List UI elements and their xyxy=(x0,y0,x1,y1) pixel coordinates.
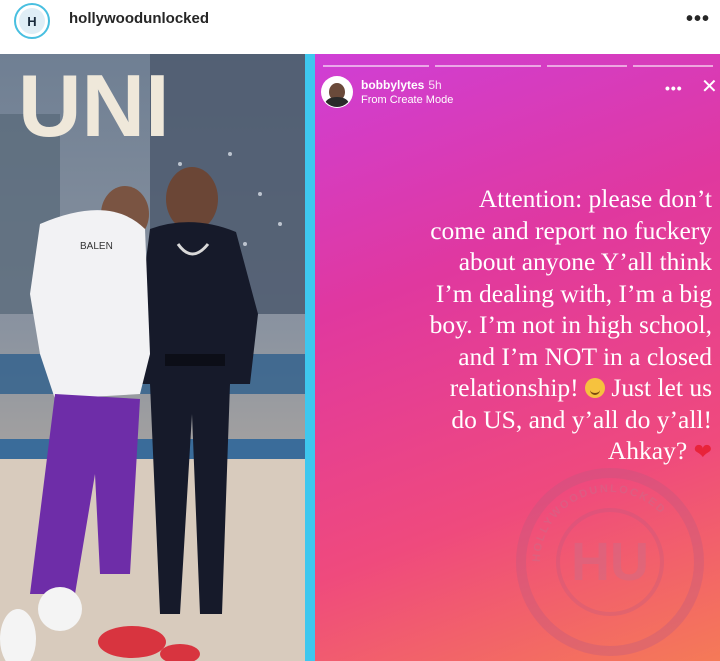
caption-line: Ahkay? xyxy=(607,436,688,465)
caption-line: Attention: please don’t xyxy=(478,184,712,213)
caption-line: relationship! xyxy=(449,373,579,402)
story-avatar[interactable] xyxy=(321,76,353,108)
story-progress-bar xyxy=(323,65,429,67)
caption-line: I’m dealing with, I’m a big xyxy=(435,278,712,308)
story-username[interactable]: bobbylytes 5h xyxy=(361,78,442,92)
caption-line: come and report no fuckery xyxy=(430,215,712,245)
sign-letters: UNI xyxy=(18,56,170,155)
story-progress-bar xyxy=(435,65,541,67)
heart-emoji-icon: ❤ xyxy=(693,439,712,464)
post-header: H hollywoodunlocked ••• xyxy=(0,0,720,50)
post-photo: UNI BALEN xyxy=(0,54,305,661)
story-timestamp: 5h xyxy=(428,78,442,92)
watermark-logo: HU HOLLYWOODUNLOCKED xyxy=(516,468,704,656)
story-caption: Attention: please don’t come and report … xyxy=(317,183,712,468)
username[interactable]: hollywoodunlocked xyxy=(69,10,209,27)
story-username-text[interactable]: bobbylytes xyxy=(361,78,424,92)
profile-avatar[interactable]: H xyxy=(14,3,50,39)
story-progress-bar xyxy=(547,65,627,67)
story-progress-bar xyxy=(633,65,713,67)
story-subtitle: From Create Mode xyxy=(361,94,454,106)
story-screenshot: bobbylytes 5h From Create Mode ••• ✕ Atte… xyxy=(315,54,720,661)
caption-line: about anyone Y’all think xyxy=(458,247,712,276)
photo-illustration: UNI BALEN xyxy=(0,54,305,661)
story-more-icon[interactable]: ••• xyxy=(665,80,683,96)
caption-line: and I’m NOT in a closed xyxy=(458,341,712,371)
svg-text:HOLLYWOODUNLOCKED: HOLLYWOODUNLOCKED xyxy=(531,483,668,562)
caption-line: Just let us xyxy=(611,373,712,402)
caption-line: do US, and y’all do y’all! xyxy=(451,404,712,434)
watermark-ring-text: HOLLYWOODUNLOCKED xyxy=(531,483,668,562)
avatar-initials: H xyxy=(19,8,45,34)
close-icon[interactable]: ✕ xyxy=(701,74,718,99)
shirt-text: BALEN xyxy=(80,241,113,252)
caption-line-with-emoji: relationship! Just let us xyxy=(317,372,712,404)
smirk-emoji-icon xyxy=(585,378,606,398)
divider-bar xyxy=(305,54,315,661)
more-options-icon[interactable]: ••• xyxy=(686,8,710,31)
caption-line: boy. I’m not in high school, xyxy=(429,310,712,339)
caption-line-with-emoji: Ahkay? ❤ xyxy=(317,435,712,468)
